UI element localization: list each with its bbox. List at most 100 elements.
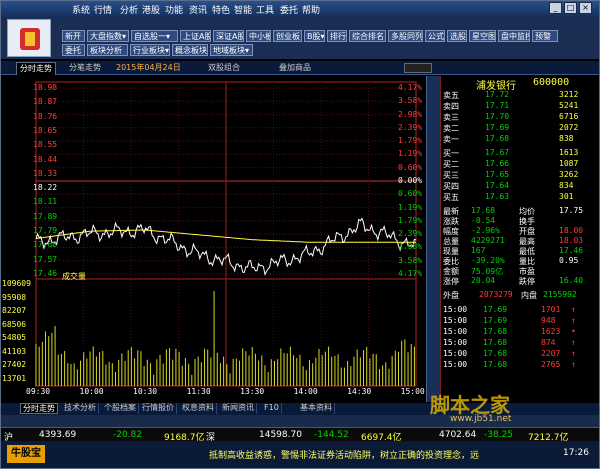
toolbar-button[interactable]: 板块分析 [87, 44, 128, 56]
quote-volume: 2072 [559, 123, 579, 132]
menu-item[interactable]: 智能 [234, 3, 252, 16]
toolbar-button[interactable]: 公式 [425, 30, 445, 42]
menu-item[interactable]: 帮助 [302, 3, 320, 16]
tick-volume: 874 [541, 338, 556, 347]
time-tick-label: 13:30 [240, 387, 265, 396]
bottom-tab[interactable]: 行情报价 [140, 403, 177, 414]
overlay-selector[interactable]: 叠加商品 [276, 62, 314, 75]
toolbar-button[interactable]: 中小板 [246, 30, 271, 42]
toolbar-button[interactable]: 上证A股 [180, 30, 211, 42]
bottom-tab[interactable]: 分时走势 [20, 403, 58, 414]
quote-volume: 6716 [559, 112, 579, 121]
price-tick-label: 18.87 [33, 97, 58, 107]
percent-tick-label: 3.58% [398, 96, 423, 106]
quote-price: 17.67 [485, 148, 510, 157]
toolbar-button[interactable]: 综合排名 [349, 30, 386, 42]
tab-intraday[interactable]: 分时走势 [16, 62, 56, 75]
combo-selector[interactable]: 双股组合 [205, 62, 243, 75]
quote-volume: 5241 [559, 101, 579, 110]
sz-change: -144.52 [314, 430, 349, 440]
quote-volume: 3262 [559, 170, 579, 179]
menu-item[interactable]: 系统 [72, 3, 90, 16]
stat-value: 18.00 [559, 226, 584, 235]
volume-label: 成交量 [62, 272, 86, 281]
quote-label: 买一 [443, 149, 459, 158]
outer-label: 外盘 [443, 291, 459, 300]
menu-item[interactable]: 工具 [256, 3, 274, 16]
bottom-tab[interactable]: 权息资料 [180, 403, 217, 414]
toolbar-button[interactable]: 星空图 [469, 30, 496, 42]
clock: 17:26 [563, 448, 589, 458]
stat-value: 17.68 [471, 206, 496, 215]
minimize-icon[interactable]: _ [549, 2, 562, 14]
stock-code: 600000 [533, 77, 570, 88]
quote-price: 17.70 [485, 112, 510, 121]
quote-label: 买二 [443, 160, 459, 169]
tick-price: 17.68 [483, 338, 508, 347]
quote-label: 买四 [443, 182, 459, 191]
toolbar-button[interactable]: 行业板块▾ [130, 44, 170, 56]
toolbar-button[interactable]: 多股同列 [388, 30, 423, 42]
toolbar-button[interactable]: 深证A股 [213, 30, 244, 42]
toolbar-button[interactable]: 委托 [62, 44, 85, 56]
tick-time: 15:00 [443, 349, 468, 358]
toolbar-button[interactable]: 新开 [62, 30, 85, 42]
price-chart [35, 81, 417, 387]
quote-price: 17.72 [485, 90, 510, 99]
chart-date[interactable]: 2015年04月24日 [113, 62, 184, 75]
toolbar-button[interactable]: 创业板 [273, 30, 302, 42]
menu-item[interactable]: 行情 [94, 3, 112, 16]
tick-volume: 948 [541, 316, 556, 325]
quote-label: 卖三 [443, 113, 459, 122]
tick-volume: 1701 [541, 305, 561, 314]
toolbar-button[interactable]: B股▾ [304, 30, 325, 42]
quote-price: 17.64 [485, 181, 510, 190]
percent-tick-label: 1.79% [398, 215, 423, 225]
bottom-tab[interactable]: 技术分析 [62, 403, 99, 414]
bottom-tab[interactable]: 个股档案 [102, 403, 139, 414]
price-tick-label: 17.89 [33, 211, 58, 221]
volume-tick-label: 27402 [2, 360, 27, 369]
inner-value: 2155992 [543, 290, 577, 299]
chart-toggle-icon[interactable] [404, 63, 432, 73]
tick-volume: 2207 [541, 349, 561, 358]
stat-value: 18.03 [559, 236, 584, 245]
stat-value: -0.54 [471, 216, 496, 225]
toolbar-button[interactable]: 盘中监控 [498, 30, 530, 42]
sz-index: 14598.70 [259, 430, 302, 440]
toolbar-button[interactable]: 概念板块▾ [172, 44, 208, 56]
time-tick-label: 10:00 [79, 387, 104, 396]
bottom-tab[interactable]: 基本资料 [298, 403, 335, 414]
inner-label: 内盘 [521, 291, 537, 300]
menu-item[interactable]: 港股 [142, 3, 160, 16]
bottom-tab[interactable]: 新闻资讯 [220, 403, 257, 414]
tick-direction: ↑ [571, 338, 576, 347]
percent-tick-label: 2.39% [398, 229, 423, 239]
cy-change: -38.25 [484, 430, 514, 440]
price-tick-label: 17.57 [33, 254, 58, 264]
toolbar-button[interactable]: 地域板块▾ [210, 44, 253, 56]
toolbar-button[interactable]: 大盘指数▾ [87, 30, 129, 42]
price-tick-label: 18.33 [33, 168, 58, 178]
quote-price: 17.66 [485, 159, 510, 168]
menu-item[interactable]: 分析 [120, 3, 138, 16]
close-icon[interactable]: × [579, 2, 592, 14]
toolbar-button[interactable]: 预警 [532, 30, 558, 42]
tab-tick[interactable]: 分笔走势 [66, 62, 104, 75]
price-tick-label: 18.98 [33, 83, 58, 92]
toolbar-button[interactable]: 选股 [447, 30, 467, 42]
maximize-icon[interactable]: □ [564, 2, 577, 14]
volume-tick-label: 95908 [2, 292, 27, 302]
menu-item[interactable]: 特色 [212, 3, 230, 16]
toolbar-button[interactable]: 自选股一▾ [131, 30, 178, 42]
panel-toggle-strip[interactable] [426, 76, 440, 402]
percent-tick-label: 0.00% [398, 176, 423, 185]
menu-item[interactable]: 功能 [165, 3, 183, 16]
price-tick-label: 18.11 [33, 197, 58, 207]
toolbar-button[interactable]: 排行▾ [327, 30, 347, 42]
menu-item[interactable]: 资讯 [189, 3, 207, 16]
bottom-tab[interactable]: F10 [262, 403, 282, 414]
quote-price: 17.63 [485, 192, 510, 201]
menu-item[interactable]: 委托 [280, 3, 298, 16]
percent-tick-label: 1.79% [398, 136, 423, 146]
